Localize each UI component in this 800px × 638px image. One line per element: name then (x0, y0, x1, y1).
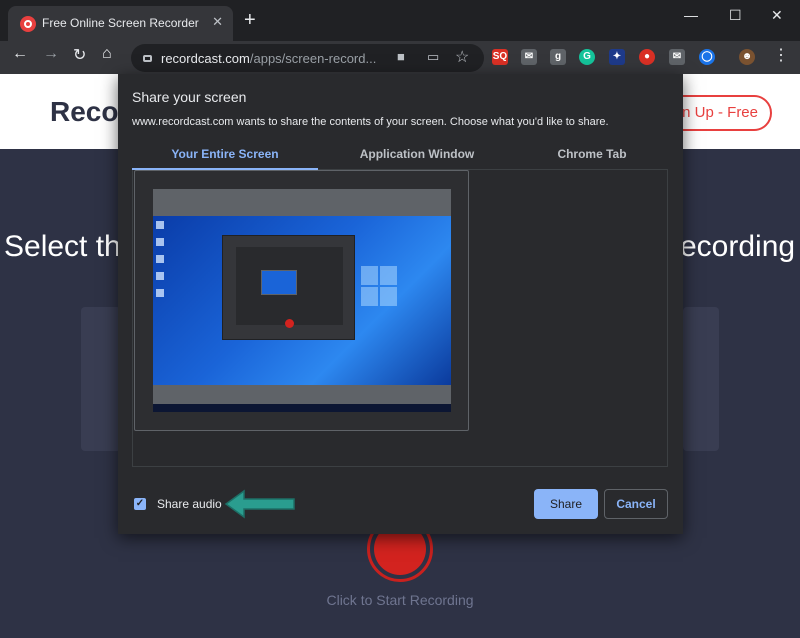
extension-color-icon[interactable]: ✦ (609, 49, 625, 65)
desktop-icon (156, 272, 164, 280)
share-screen-dialog: Share your screen www.recordcast.com wan… (118, 74, 683, 534)
bookmark-star-icon[interactable]: ☆ (455, 47, 469, 67)
pointer-arrow-icon (224, 489, 295, 519)
url-path: /apps/screen-record... (249, 51, 377, 66)
home-button[interactable]: ⌂ (102, 45, 112, 63)
extension-grammarly-icon[interactable]: G (579, 49, 595, 65)
option-card-left[interactable] (81, 307, 121, 451)
screen-thumbnail[interactable] (134, 170, 469, 431)
windows-taskbar (153, 404, 451, 412)
recordcast-favicon-icon (20, 16, 36, 32)
desktop-icon (156, 255, 164, 263)
screen-preview (153, 189, 451, 412)
share-source-tabs: Your Entire Screen Application Window Ch… (132, 144, 668, 170)
tab-application-window[interactable]: Application Window (322, 144, 512, 170)
nested-dialog-preview (236, 247, 343, 325)
tab-entire-screen[interactable]: Your Entire Screen (132, 144, 318, 170)
cast-icon[interactable]: ▭ (427, 49, 439, 65)
desktop-icon (156, 238, 164, 246)
lock-icon[interactable] (143, 55, 152, 62)
share-button[interactable]: Share (534, 489, 598, 519)
extension-envelope-icon[interactable]: ✉ (669, 49, 685, 65)
nested-record-button (285, 319, 294, 328)
site-logo[interactable]: Reco (50, 96, 118, 128)
extension-mail-icon[interactable]: ✉ (521, 49, 537, 65)
minimize-button[interactable]: — (684, 7, 698, 23)
reload-button[interactable]: ↻ (73, 45, 86, 65)
dialog-description: www.recordcast.com wants to share the co… (132, 116, 609, 128)
tab-close-icon[interactable]: ✕ (212, 14, 223, 30)
share-audio-checkbox[interactable]: ✓ (134, 498, 146, 510)
browser-menu-icon[interactable]: ⋮ (773, 45, 789, 65)
back-button[interactable]: ← (12, 45, 28, 63)
forward-button[interactable]: → (43, 45, 59, 63)
windows-logo-icon (361, 266, 397, 306)
start-recording-label[interactable]: Click to Start Recording (300, 592, 500, 608)
tab-strip: Free Online Screen Recorder - Re ✕ + — ☐… (0, 0, 800, 41)
share-source-panel (132, 170, 668, 467)
nested-browser-preview (222, 235, 355, 340)
address-bar[interactable]: recordcast.com/apps/screen-record... ■ ▭… (131, 44, 484, 72)
dialog-title: Share your screen (132, 89, 247, 105)
extension-red-icon[interactable]: ● (639, 49, 655, 65)
new-tab-button[interactable]: + (244, 10, 256, 30)
tab-chrome-tab[interactable]: Chrome Tab (517, 144, 667, 170)
cancel-button[interactable]: Cancel (604, 489, 668, 519)
maximize-button[interactable]: ☐ (729, 7, 742, 24)
desktop-icon (156, 289, 164, 297)
browser-toolbar: ← → ↻ ⌂ recordcast.com/apps/screen-recor… (0, 41, 800, 74)
nested-screen-preview (261, 270, 297, 295)
camera-icon[interactable]: ■ (397, 49, 405, 64)
desktop-icon (156, 221, 164, 229)
share-audio-label[interactable]: Share audio (157, 497, 222, 511)
extension-sq-icon[interactable]: SQ (492, 49, 508, 65)
browser-tab[interactable]: Free Online Screen Recorder - Re ✕ (8, 6, 233, 41)
option-card-right[interactable] (683, 307, 719, 451)
headline-left: Select th (4, 230, 121, 263)
headline-right: ecording (680, 230, 796, 263)
url-text: recordcast.com/apps/screen-record... (161, 51, 376, 66)
extension-ring-icon[interactable]: ◯ (699, 49, 715, 65)
extension-g-icon[interactable]: g (550, 49, 566, 65)
tab-title: Free Online Screen Recorder - Re (42, 16, 202, 30)
url-host: recordcast.com (161, 51, 250, 66)
desktop-wallpaper (153, 216, 451, 412)
profile-avatar[interactable]: ☻ (739, 49, 755, 65)
close-window-button[interactable]: ✕ (771, 7, 783, 24)
